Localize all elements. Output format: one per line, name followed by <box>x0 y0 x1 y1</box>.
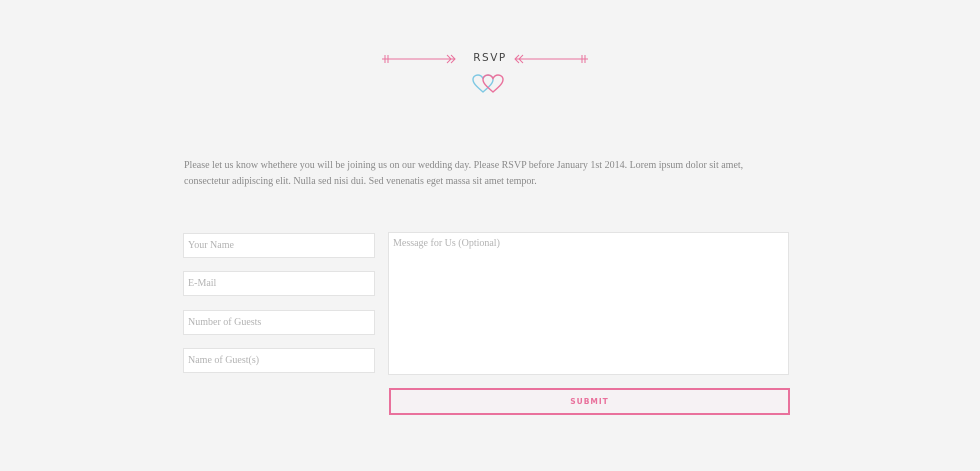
name-field[interactable] <box>183 233 375 258</box>
guest-names-field[interactable] <box>183 348 375 373</box>
intro-text: Please let us know whethere you will be … <box>184 160 744 187</box>
interlocked-hearts-icon <box>472 74 504 93</box>
arrow-left-icon <box>514 54 588 64</box>
submit-button[interactable]: SUBMIT <box>389 388 790 415</box>
message-field[interactable] <box>388 232 789 375</box>
email-field[interactable] <box>183 271 375 296</box>
guest-count-field[interactable] <box>183 310 375 335</box>
page-title: RSVP <box>473 52 507 64</box>
section-header: RSVP <box>0 48 980 98</box>
